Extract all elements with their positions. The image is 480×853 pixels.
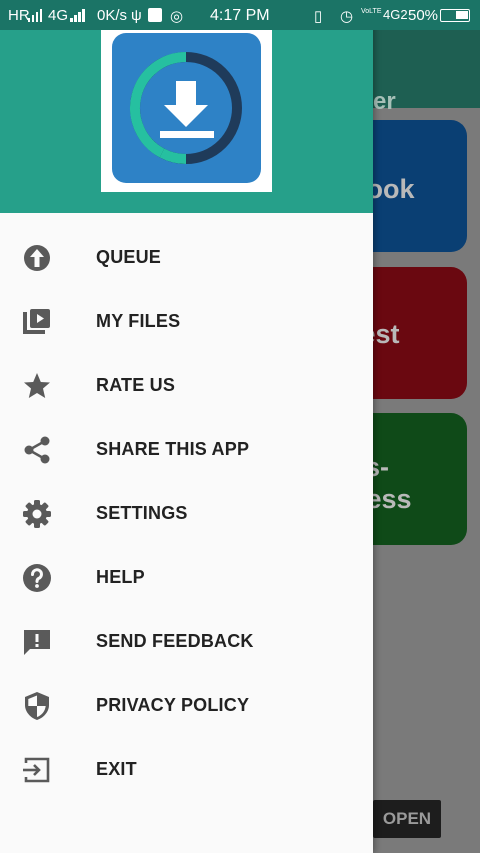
upload-arrow-icon xyxy=(22,243,52,273)
feedback-icon xyxy=(22,627,52,657)
whatsapp-icon: ◎ xyxy=(170,8,184,25)
menu-item-my-files[interactable]: MY FILES xyxy=(0,289,373,353)
menu-item-privacy[interactable]: PRIVACY POLICY xyxy=(0,673,373,737)
network2-label: 4G2 xyxy=(383,7,408,22)
menu-label-my-files: MY FILES xyxy=(96,311,181,331)
menu-label-privacy: PRIVACY POLICY xyxy=(96,695,250,715)
menu-label-share: SHARE THIS APP xyxy=(96,439,250,459)
menu-label-feedback: SEND FEEDBACK xyxy=(96,631,254,651)
battery-percent: 50% xyxy=(408,7,439,24)
open-button[interactable]: OPEN xyxy=(373,800,441,838)
menu-item-share[interactable]: SHARE THIS APP xyxy=(0,417,373,481)
notification-icon xyxy=(148,8,162,22)
share-icon xyxy=(22,435,52,465)
vibrate-icon: ▯ xyxy=(314,8,323,25)
battery-icon xyxy=(440,9,470,22)
download-logo-icon xyxy=(112,33,261,183)
menu-label-exit: EXIT xyxy=(96,759,137,779)
volte-label: VoLTE xyxy=(361,8,382,15)
help-icon xyxy=(22,563,52,593)
status-bar: HR 4G 0K/s ψ ◎ 4:17 PM ▯ ◷ VoLTE 4G2 50% xyxy=(0,0,480,30)
gear-icon xyxy=(22,499,52,529)
speed-label: 0K/s xyxy=(97,7,128,24)
shield-icon xyxy=(22,691,52,721)
app-title: er xyxy=(373,88,396,115)
usb-icon: ψ xyxy=(131,7,142,24)
menu-item-help[interactable]: HELP xyxy=(0,545,373,609)
navigation-drawer: QUEUE MY FILES RATE US SHARE THIS APP SE… xyxy=(0,0,373,853)
video-library-icon xyxy=(22,307,52,337)
menu-label-rate-us: RATE US xyxy=(96,375,176,395)
star-icon xyxy=(22,371,52,401)
menu-item-feedback[interactable]: SEND FEEDBACK xyxy=(0,609,373,673)
exit-icon xyxy=(22,755,52,785)
network1-label: 4G xyxy=(48,7,69,24)
menu-label-queue: QUEUE xyxy=(96,247,162,267)
menu-item-rate-us[interactable]: RATE US xyxy=(0,353,373,417)
clock: 4:17 PM xyxy=(210,7,270,24)
alarm-icon: ◷ xyxy=(340,8,354,25)
menu-item-exit[interactable]: EXIT xyxy=(0,737,373,801)
signal-icon xyxy=(28,9,42,22)
signal-label: HR xyxy=(8,7,30,24)
app-logo xyxy=(101,21,272,192)
menu-label-help: HELP xyxy=(96,567,145,587)
signal-icon-2 xyxy=(70,9,85,22)
menu-label-settings: SETTINGS xyxy=(96,503,188,523)
menu-item-queue[interactable]: QUEUE xyxy=(0,225,373,289)
menu-item-settings[interactable]: SETTINGS xyxy=(0,481,373,545)
drawer-header xyxy=(0,0,373,213)
